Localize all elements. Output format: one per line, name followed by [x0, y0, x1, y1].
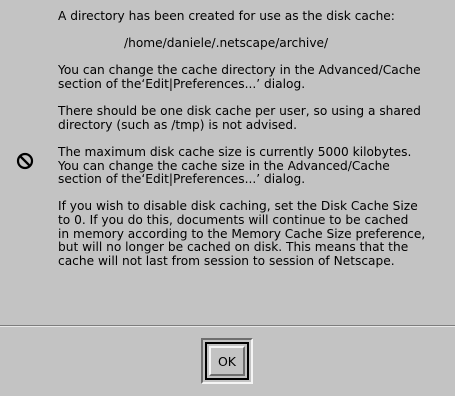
separator: [0, 325, 455, 327]
no-entry-icon: [16, 152, 34, 170]
message-shared-warning: There should be one disk cache per user,…: [58, 104, 421, 132]
message-change-directory: You can change the cache directory in th…: [58, 63, 421, 91]
message-area: A directory has been created for use as …: [0, 0, 455, 324]
cache-directory-path: /home/daniele/.netscape/archive/: [124, 36, 329, 51]
disk-cache-dialog: A directory has been created for use as …: [0, 0, 455, 396]
ok-button-frame: OK: [201, 338, 253, 384]
message-intro: A directory has been created for use as …: [58, 9, 395, 23]
message-text: A directory has been created for use as …: [58, 9, 450, 282]
message-disable-caching: If you wish to disable disk caching, set…: [58, 199, 426, 268]
message-cache-size: The maximum disk cache size is currently…: [58, 144, 412, 187]
default-button-ring: OK: [205, 342, 249, 380]
ok-button[interactable]: OK: [209, 346, 245, 376]
